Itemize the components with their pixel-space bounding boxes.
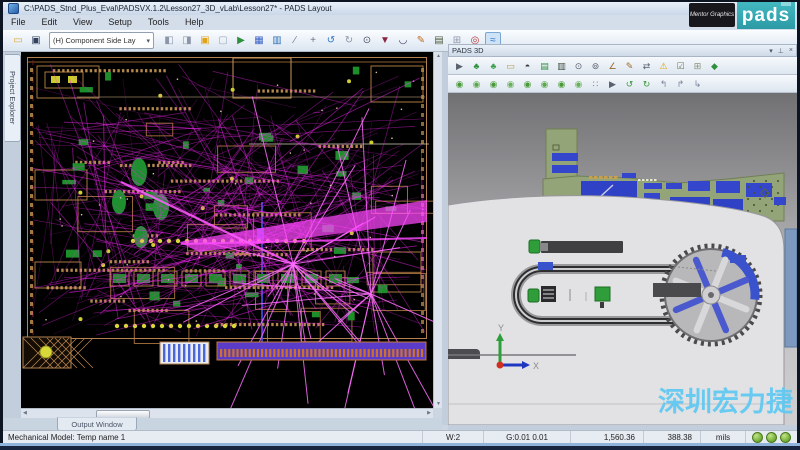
view-front-icon[interactable]: ◉: [503, 76, 518, 92]
move-icon[interactable]: +: [305, 32, 321, 49]
save-file-icon[interactable]: ▣: [28, 32, 44, 49]
pcb-3d-viewport[interactable]: Y X 深圳宏力捷: [448, 93, 797, 425]
step-up-icon[interactable]: ↱: [673, 76, 688, 92]
rotate-ccw-icon[interactable]: ↺: [622, 76, 637, 92]
layer-color-icon[interactable]: ▣: [197, 32, 213, 49]
copy-view-icon[interactable]: ⊞: [690, 58, 705, 74]
app-icon: [8, 3, 19, 14]
axis-x-label: X: [533, 361, 539, 371]
pick-icon[interactable]: ▶: [605, 76, 620, 92]
rotate-cw-icon[interactable]: ↻: [639, 76, 654, 92]
menu-item-setup[interactable]: Setup: [100, 15, 140, 30]
panel-close-icon[interactable]: ×: [789, 47, 793, 54]
panel-collapse-icon[interactable]: ▾: [769, 47, 773, 55]
menu-item-file[interactable]: File: [3, 15, 34, 30]
menu-item-help[interactable]: Help: [177, 15, 212, 30]
menu-item-edit[interactable]: Edit: [34, 15, 66, 30]
add-route-icon[interactable]: ∕: [287, 32, 303, 49]
check-icon[interactable]: ☑: [673, 58, 688, 74]
pads-logo-text: pads: [742, 5, 790, 27]
view-left-icon[interactable]: ◉: [537, 76, 552, 92]
zoom-model-icon[interactable]: ⊙: [571, 58, 586, 74]
collision-warning-icon[interactable]: ⚠: [656, 58, 671, 74]
step-back-icon[interactable]: ↰: [656, 76, 671, 92]
library-icon[interactable]: ▤: [537, 58, 552, 74]
panel-pin-icon[interactable]: ⊥: [778, 47, 784, 55]
measure-point-icon[interactable]: ✎: [622, 58, 637, 74]
select-icon[interactable]: ▶: [452, 58, 467, 74]
add-model-icon[interactable]: ♣: [469, 58, 484, 74]
vendor-logo: Mentor Graphics: [689, 3, 735, 27]
measure-icon[interactable]: ✎: [413, 32, 429, 49]
align-icon[interactable]: ⇄: [639, 58, 654, 74]
view-iso-icon[interactable]: ◉: [452, 76, 467, 92]
window-title: C:\PADS_Stnd_Plus_Eval\PADSVX.1.2\Lesson…: [24, 4, 332, 13]
grid-icon[interactable]: ▦: [251, 32, 267, 49]
zoom-icon[interactable]: ⊙: [359, 32, 375, 49]
new-drawing-icon[interactable]: ▢: [215, 32, 231, 49]
view-top-icon[interactable]: ◉: [469, 76, 484, 92]
search-model-icon[interactable]: ⊚: [588, 58, 603, 74]
view-rotate-icon[interactable]: ◉: [571, 76, 586, 92]
file-icon-group: ▭▣: [9, 32, 45, 49]
redo-icon[interactable]: ↻: [341, 32, 357, 49]
grid-dots-icon[interactable]: ∷: [588, 76, 603, 92]
status-light: [752, 432, 763, 443]
status-bar: Mechanical Model: Temp name 1 W:2 G:0.01…: [3, 430, 797, 444]
display-colors-icon[interactable]: ▥: [269, 32, 285, 49]
board-icon[interactable]: ▤: [431, 32, 447, 49]
axis-y-label: Y: [498, 323, 504, 333]
layer-selector-value: (H) Component Side Lay: [53, 36, 136, 45]
measure-angle-icon[interactable]: ∠: [605, 58, 620, 74]
open-file-icon[interactable]: ▭: [10, 32, 26, 49]
title-bar: C:\PADS_Stnd_Plus_Eval\PADSVX.1.2\Lesson…: [3, 2, 797, 15]
scroll-right-icon[interactable]: ▶: [427, 410, 431, 416]
sketch-mode-icon[interactable]: ◨: [179, 32, 195, 49]
add-enclosure-icon[interactable]: ♣: [486, 58, 501, 74]
scroll-left-icon[interactable]: ◀: [23, 410, 27, 416]
undo-icon[interactable]: ↺: [323, 32, 339, 49]
view-back-icon[interactable]: ◉: [520, 76, 535, 92]
scroll-down-icon[interactable]: ▼: [435, 401, 442, 407]
pads3d-toolbar-1: ▶♣♣▭◓▤▥⊙⊚∠✎⇄⚠☑⊞◆: [448, 57, 797, 75]
filter-icon[interactable]: ▼: [377, 32, 393, 49]
menu-item-tools[interactable]: Tools: [140, 15, 177, 30]
chevron-down-icon: ▾: [146, 37, 150, 45]
frame-edge: [0, 446, 800, 450]
menu-item-view[interactable]: View: [65, 15, 100, 30]
pads3d-toolbar-2: ◉◉◉◉◉◉◉◉∷▶↺↻↰↱↳: [448, 75, 797, 93]
nets-icon[interactable]: ▶: [233, 32, 249, 49]
layer-selector-dropdown[interactable]: (H) Component Side Lay ▾: [49, 32, 154, 49]
export-icon[interactable]: ◆: [707, 58, 722, 74]
pads-logo: pads: [737, 2, 795, 29]
view-right-icon[interactable]: ◉: [554, 76, 569, 92]
board-edge-strip: [785, 229, 797, 347]
open-model-icon[interactable]: ▭: [503, 58, 518, 74]
step-down-icon[interactable]: ↳: [690, 76, 705, 92]
status-light: [766, 432, 777, 443]
output-window-tab[interactable]: Output Window: [57, 417, 137, 431]
pcb-2d-viewport[interactable]: [21, 52, 433, 408]
edge-connector: [23, 337, 426, 368]
scroll-up-icon[interactable]: ▲: [435, 53, 442, 59]
pour-icon[interactable]: ◡: [395, 32, 411, 49]
view-bottom-icon[interactable]: ◉: [486, 76, 501, 92]
pads3d-panel-title: PADS 3D: [452, 46, 484, 55]
route-mode-icon[interactable]: ◧: [161, 32, 177, 49]
status-light: [780, 432, 791, 443]
status-model: Mechanical Model: Temp name 1: [3, 433, 125, 442]
library-dark-icon[interactable]: ▥: [554, 58, 569, 74]
project-explorer-tab[interactable]: Project Explorer: [5, 54, 21, 142]
menu-bar: FileEditViewSetupToolsHelp: [3, 15, 797, 30]
pads3d-panel-header[interactable]: PADS 3D ▾ ⊥ ×: [448, 44, 797, 57]
hide-cap-icon[interactable]: ◓: [520, 58, 535, 74]
